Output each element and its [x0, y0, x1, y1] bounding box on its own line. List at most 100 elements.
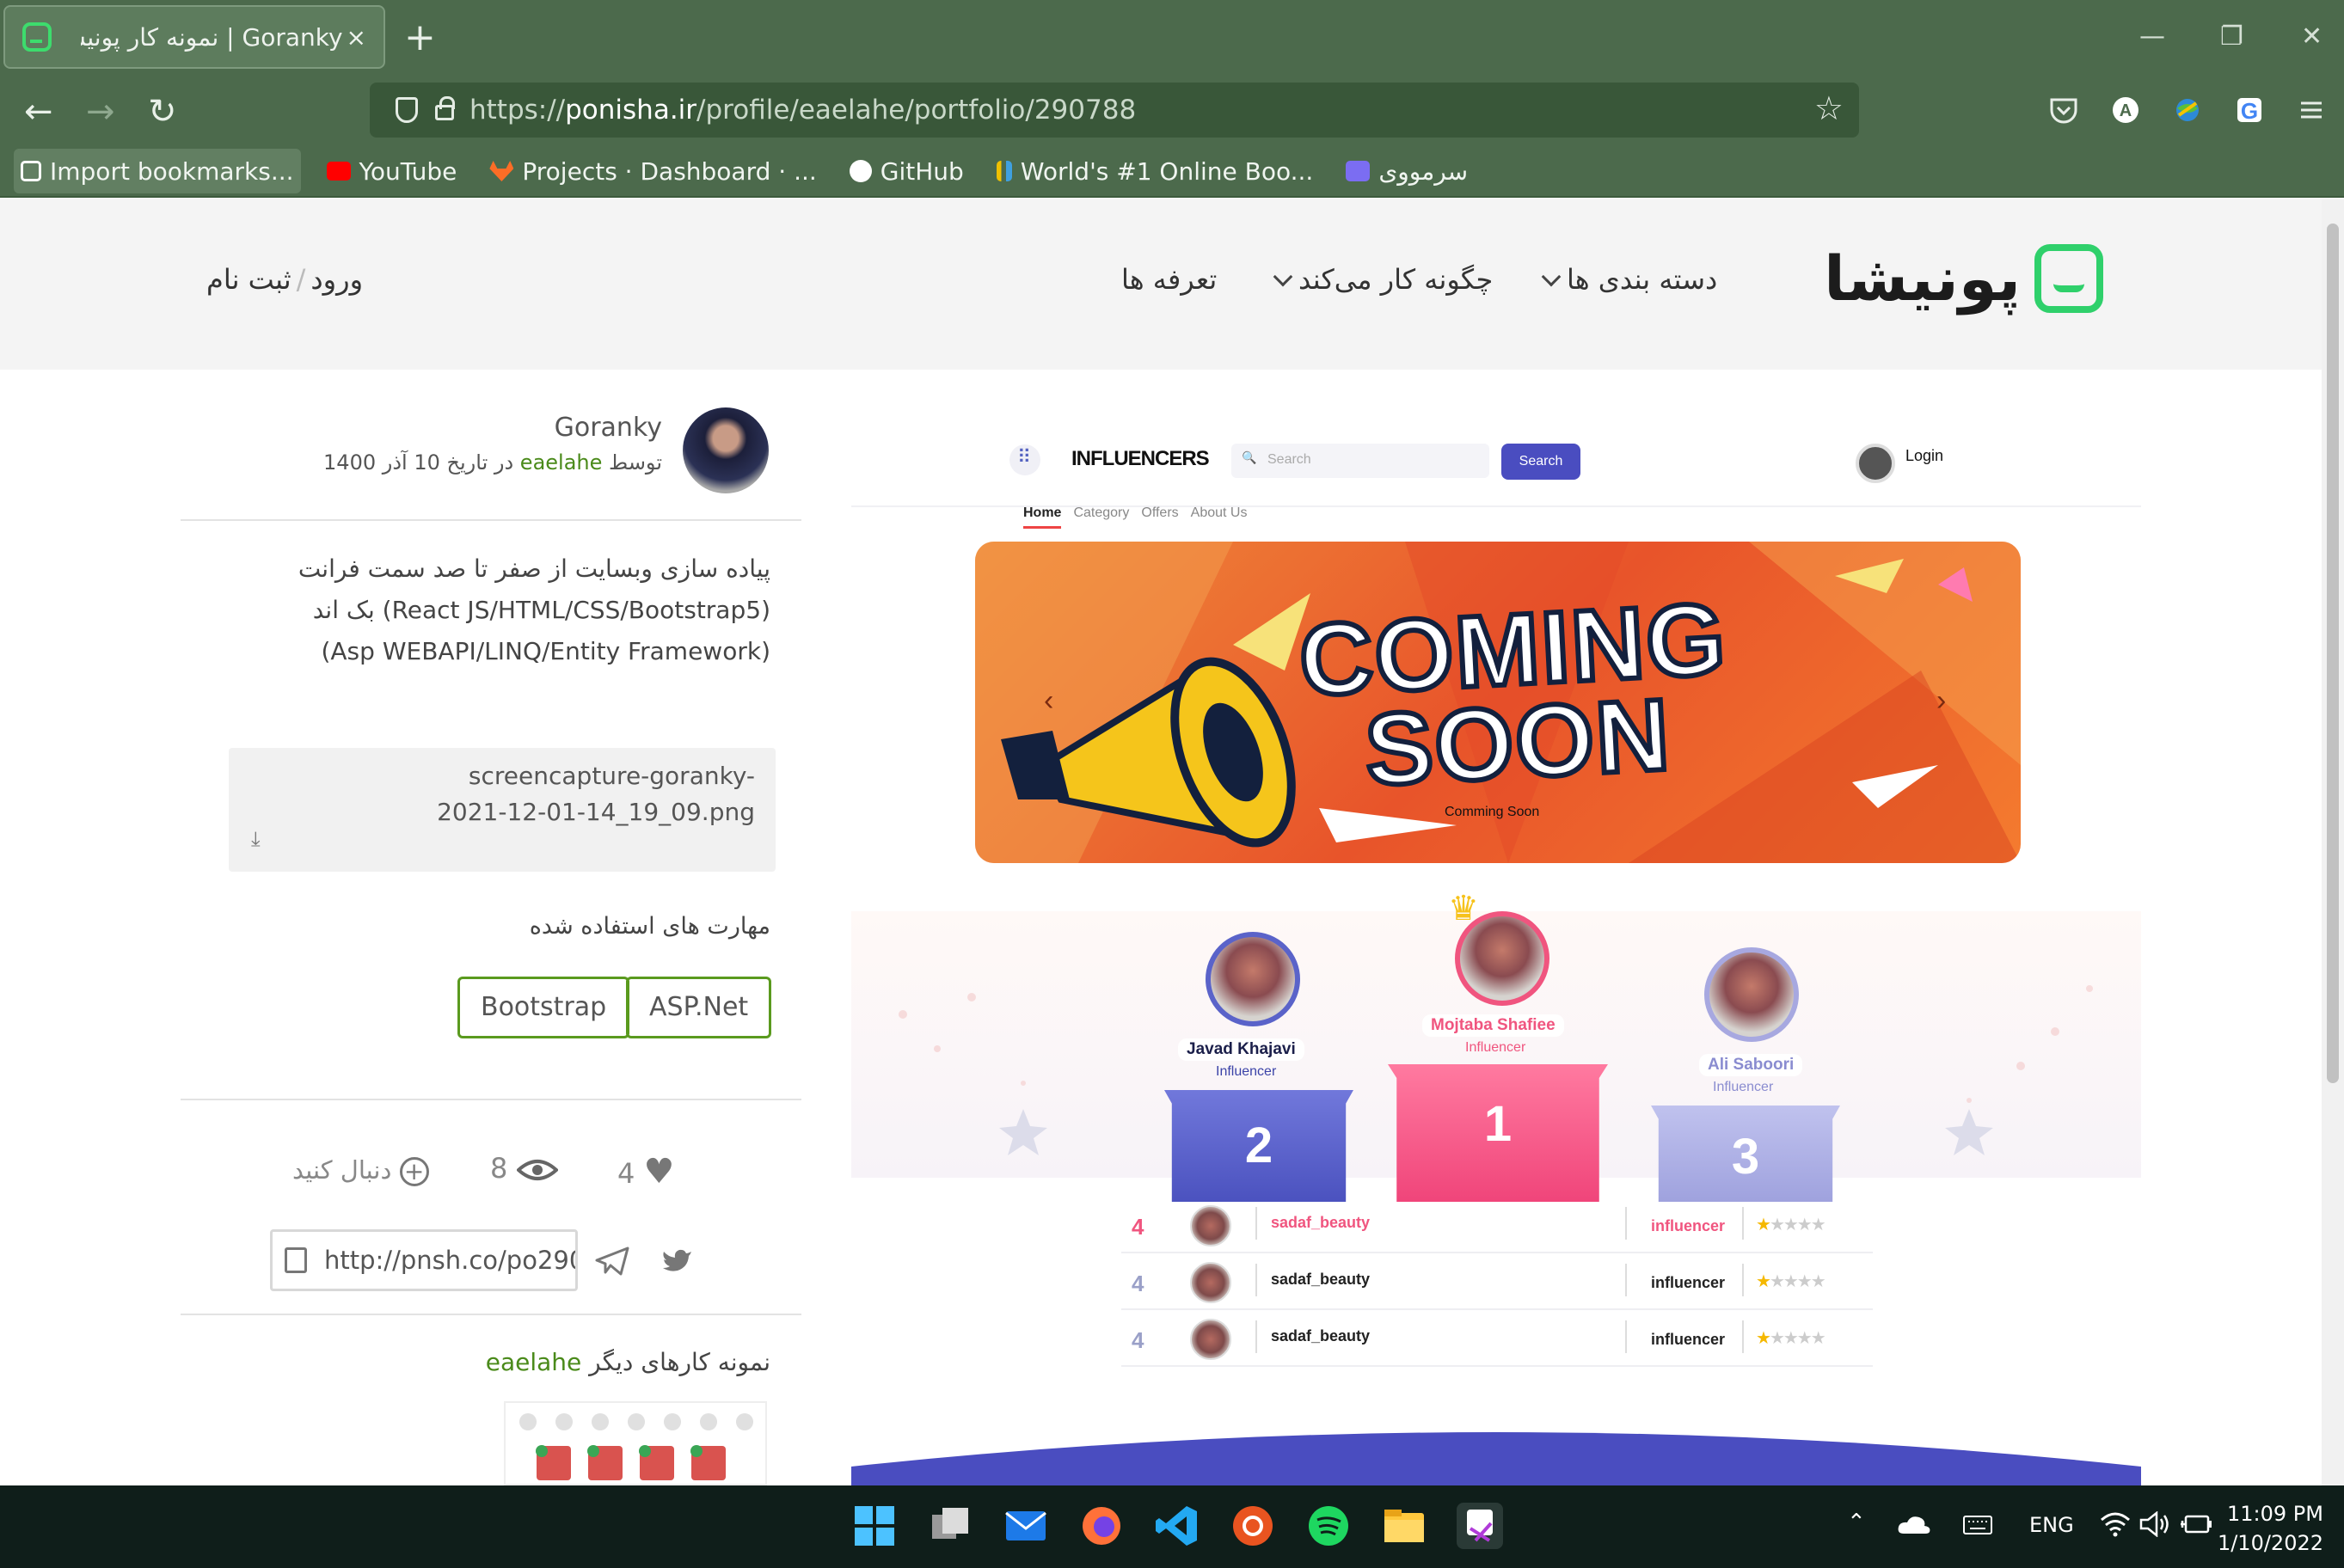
mail-icon[interactable]: [1003, 1503, 1049, 1549]
bookmark-label: YouTube: [359, 156, 457, 186]
file-explorer-icon[interactable]: [1381, 1503, 1427, 1549]
bookmark-star-icon[interactable]: ☆: [1814, 89, 1844, 127]
close-window-button[interactable]: ✕: [2301, 15, 2323, 58]
likes-count: 4: [617, 1157, 635, 1190]
twitter-icon[interactable]: [662, 1248, 693, 1274]
menu-pricing[interactable]: تعرفه ها: [1121, 263, 1217, 296]
podium-role-1: Influencer: [1465, 1040, 1526, 1055]
pocket-icon[interactable]: [2046, 93, 2081, 127]
bookmark-youtube[interactable]: YouTube: [320, 149, 464, 193]
other-work-thumbnail[interactable]: [504, 1401, 767, 1485]
onedrive-cloud-icon[interactable]: [1897, 1513, 1931, 1535]
restore-button[interactable]: ❐: [2220, 15, 2243, 58]
tracking-shield-icon[interactable]: [396, 97, 418, 123]
bookmarks-bar: Import bookmarks... YouTube Projects · D…: [0, 146, 2344, 198]
bookmark-import[interactable]: Import bookmarks...: [14, 149, 301, 193]
copy-icon[interactable]: [285, 1247, 307, 1273]
reload-icon[interactable]: ↻: [148, 88, 177, 136]
minimize-button[interactable]: —: [2139, 15, 2165, 58]
portfolio-info-panel: Goranky توسط eaelahe در تاریخ 10 آذر 140…: [181, 404, 801, 1485]
spotify-icon[interactable]: [1305, 1503, 1352, 1549]
account-a-icon[interactable]: A: [2108, 93, 2143, 127]
follow-button[interactable]: دنبال کنید +: [292, 1155, 429, 1186]
likes-stat[interactable]: 4 ♥: [617, 1152, 674, 1191]
follow-label: دنبال کنید: [292, 1155, 392, 1185]
author-username-link[interactable]: eaelahe: [520, 450, 603, 475]
register-link[interactable]: ثبت نام: [206, 263, 291, 296]
skill-tag-bootstrap[interactable]: Bootstrap: [457, 977, 630, 1038]
ponisha-logo[interactable]: پونیشا: [1814, 242, 2103, 320]
page-scrollbar[interactable]: [2322, 199, 2344, 1485]
share-link-field[interactable]: http://pnsh.co/po290788: [270, 1229, 578, 1291]
row-username: sadaf_beauty: [1271, 1327, 1371, 1344]
portfolio-description: پیاده سازی وبسایت از صفر تا صد سمت فرانت…: [298, 554, 770, 665]
bookmark-books[interactable]: World's #1 Online Boo...: [990, 149, 1321, 193]
volume-icon[interactable]: [2139, 1511, 2170, 1537]
other-works-username[interactable]: eaelahe: [486, 1348, 582, 1376]
by-label: توسط: [609, 450, 662, 475]
bookmark-github[interactable]: GitHub: [843, 149, 971, 193]
row-rank: 4: [1132, 1214, 1144, 1240]
preview-nav-home: Home: [1023, 505, 1062, 529]
bookmark-gitlab[interactable]: Projects · Dashboard · ...: [482, 149, 823, 193]
clock-time: 11:09 PM: [2227, 1502, 2323, 1526]
tray-overflow-icon[interactable]: ⌃: [1847, 1510, 1866, 1535]
row-divider: [1625, 1264, 1627, 1296]
scrollbar-thumb[interactable]: [2327, 224, 2339, 1083]
grammarly-g-icon[interactable]: G: [2232, 93, 2267, 127]
snipping-tool-icon[interactable]: [1457, 1503, 1503, 1549]
forward-arrow-icon[interactable]: →: [86, 88, 115, 136]
portfolio-image[interactable]: INFLUENCERS Search Search Login Home Cat…: [851, 404, 2141, 1485]
menu-how-it-works[interactable]: چگونه کار می‌کند: [1267, 263, 1493, 296]
ponisha-favicon-icon: [22, 22, 52, 52]
hamburger-menu-icon[interactable]: [2294, 93, 2329, 127]
coming-soon-title: COMING SOON: [1294, 579, 1734, 810]
keyboard-icon[interactable]: [1962, 1515, 1993, 1535]
address-bar[interactable]: https://ponisha.ir/profile/eaelahe/portf…: [370, 83, 1859, 138]
windows-start-icon[interactable]: [851, 1503, 898, 1549]
share-url: http://pnsh.co/po290788: [324, 1246, 575, 1275]
divider: [181, 1314, 801, 1315]
browser-tabbar: Goranky | نمونه کار پونیشا × + — ❐ ✕: [0, 0, 2344, 77]
telegram-icon[interactable]: [595, 1246, 629, 1276]
row-divider: [1742, 1207, 1744, 1240]
firefox-icon[interactable]: [1078, 1503, 1125, 1549]
crown-icon: ♛: [1448, 890, 1479, 928]
logo-wordmark: پونیشا: [1824, 242, 2021, 315]
wifi-icon[interactable]: [2100, 1511, 2131, 1537]
bookmark-sarmovie[interactable]: سرمووی: [1339, 149, 1475, 193]
skill-tag-aspnet[interactable]: ASP.Net: [626, 977, 772, 1038]
divider: [181, 1099, 801, 1100]
vscode-icon[interactable]: [1154, 1503, 1200, 1549]
browser-tab-active[interactable]: Goranky | نمونه کار پونیشا ×: [3, 5, 385, 69]
author-avatar[interactable]: [683, 407, 769, 493]
bookmark-label: Projects · Dashboard · ...: [522, 156, 817, 186]
battery-charging-icon[interactable]: [2179, 1513, 2213, 1535]
attachment-file[interactable]: screencapture-goranky-2021-12-01-14_19_0…: [229, 748, 776, 872]
extension-globe-icon[interactable]: [2170, 93, 2205, 127]
podium-name-2: Javad Khajavi: [1178, 1038, 1304, 1061]
task-view-icon[interactable]: [927, 1503, 973, 1549]
input-language[interactable]: ENG: [2029, 1513, 2074, 1537]
ubuntu-icon[interactable]: [1230, 1503, 1276, 1549]
back-arrow-icon[interactable]: ←: [24, 88, 53, 136]
svg-text:G: G: [2241, 98, 2258, 124]
menu-categories[interactable]: دسته بندی ها: [1536, 263, 1717, 296]
gitlab-icon: [489, 161, 514, 181]
login-link[interactable]: ورود: [310, 263, 363, 296]
podium-name-1: Mojtaba Shafiee: [1422, 1014, 1564, 1037]
row-rating-stars: ★★★★★: [1756, 1272, 1826, 1291]
tab-close-icon[interactable]: ×: [347, 23, 366, 52]
new-tab-button[interactable]: +: [404, 17, 436, 58]
menu-label: چگونه کار می‌کند: [1298, 263, 1494, 296]
download-icon[interactable]: ⤓: [251, 827, 261, 851]
row-rank: 4: [1132, 1327, 1144, 1353]
skills-title: مهارت های استفاده شده: [529, 913, 770, 940]
lock-icon[interactable]: [435, 96, 455, 120]
preview-user-avatar: [1856, 444, 1895, 483]
bookmark-site-icon: [996, 161, 1012, 181]
other-works-prefix: نمونه کارهای دیگر: [589, 1348, 770, 1376]
system-clock[interactable]: 11:09 PM 1/10/2022: [2218, 1499, 2323, 1558]
row-divider: [1625, 1320, 1627, 1353]
row-divider: [1255, 1320, 1257, 1353]
